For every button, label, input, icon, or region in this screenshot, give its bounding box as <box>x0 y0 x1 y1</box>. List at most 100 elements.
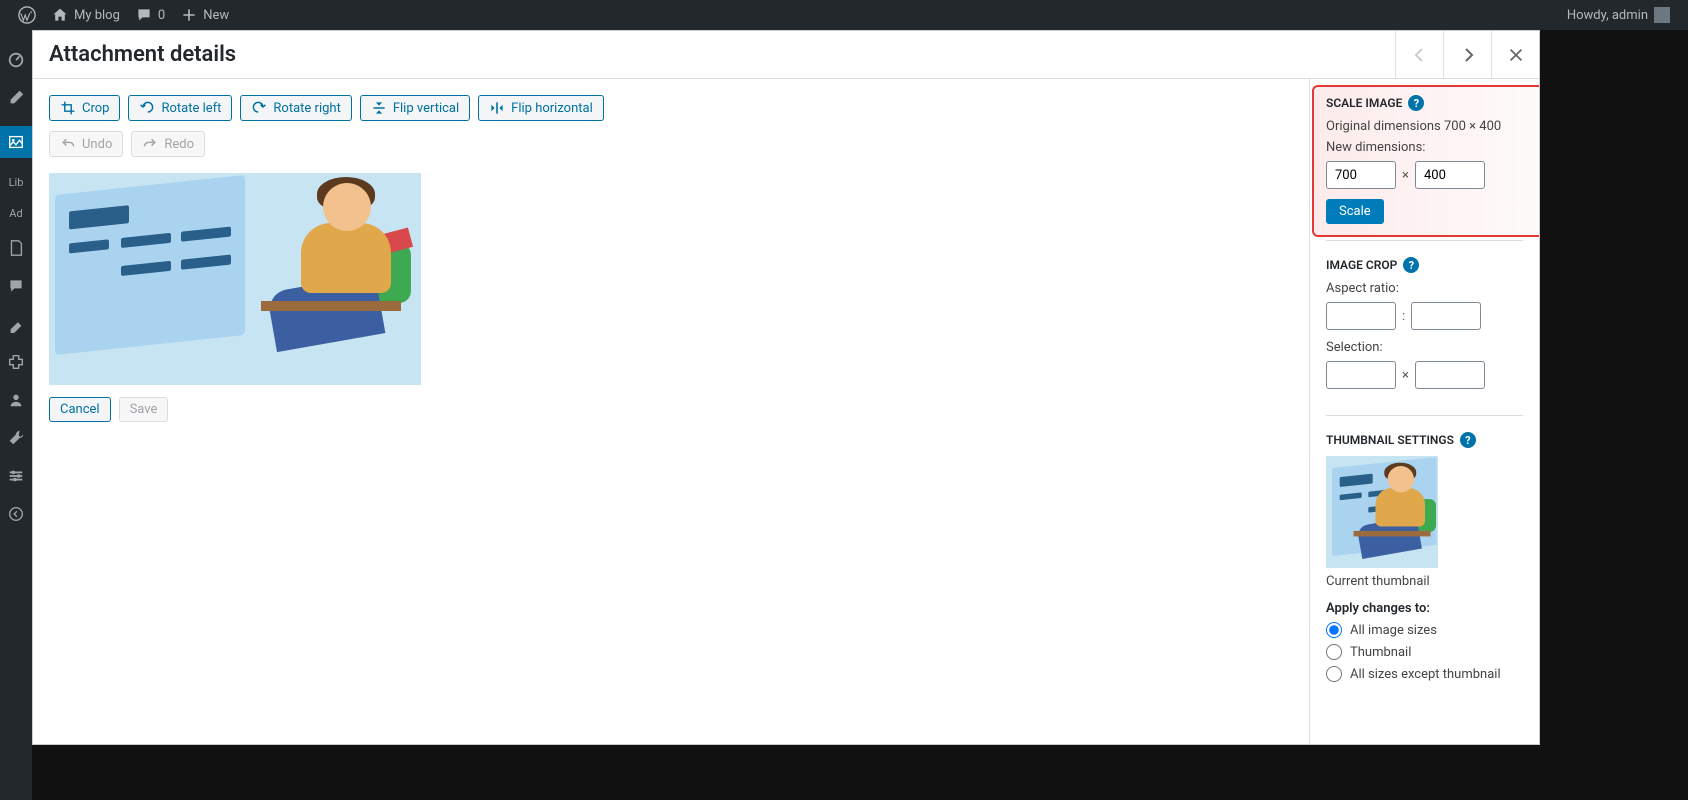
scale-height-input[interactable] <box>1415 161 1485 189</box>
selection-sep: × <box>1402 368 1409 383</box>
image-editor: Crop Rotate left Rotate right Flip verti… <box>33 79 1309 744</box>
aspect-sep: : <box>1402 309 1405 324</box>
apply-except-thumbnail-radio[interactable] <box>1326 666 1342 682</box>
menu-settings[interactable] <box>6 466 26 486</box>
scale-button-label: Scale <box>1339 204 1371 219</box>
menu-collapse[interactable] <box>6 504 26 524</box>
menu-users[interactable] <box>6 390 26 410</box>
comment-icon <box>136 7 152 23</box>
save-button: Save <box>119 397 169 422</box>
apply-changes-label: Apply changes to: <box>1326 601 1523 616</box>
apply-except-thumbnail-label: All sizes except thumbnail <box>1350 667 1501 682</box>
comments-count: 0 <box>158 8 165 23</box>
image-editor-toolbar: Crop Rotate left Rotate right Flip verti… <box>49 95 1293 121</box>
modal-header: Attachment details <box>33 31 1539 79</box>
howdy-label: Howdy, admin <box>1567 8 1648 23</box>
wp-logo[interactable] <box>10 0 44 30</box>
rotate-left-button[interactable]: Rotate left <box>128 95 232 121</box>
menu-media-lib-label[interactable]: Lib <box>9 176 24 189</box>
rotate-left-icon <box>139 100 155 116</box>
illustration-person <box>251 183 411 383</box>
rotate-right-label: Rotate right <box>273 101 340 116</box>
new-content-link[interactable]: New <box>173 0 237 30</box>
flip-horizontal-label: Flip horizontal <box>511 101 593 116</box>
dimension-sep: × <box>1402 168 1409 183</box>
rotate-right-icon <box>251 100 267 116</box>
selection-width-input[interactable] <box>1326 361 1396 389</box>
illustration-board <box>55 175 245 355</box>
menu-posts[interactable] <box>6 88 26 108</box>
thumbnail-settings-heading: Thumbnail Settings ? <box>1326 432 1523 448</box>
selection-inputs: × <box>1326 361 1523 389</box>
apply-all-sizes-row[interactable]: All image sizes <box>1326 622 1523 638</box>
aspect-ratio-height-input[interactable] <box>1411 302 1481 330</box>
flip-horizontal-button[interactable]: Flip horizontal <box>478 95 604 121</box>
save-label: Save <box>130 402 158 417</box>
close-modal-button[interactable] <box>1491 31 1539 79</box>
new-dimensions-label: New dimensions: <box>1326 140 1523 155</box>
crop-label: Crop <box>82 101 109 116</box>
scale-image-section: Scale Image ? Original dimensions 700 × … <box>1326 95 1523 241</box>
flip-horizontal-icon <box>489 100 505 116</box>
current-thumbnail-preview <box>1326 456 1438 568</box>
apply-thumbnail-row[interactable]: Thumbnail <box>1326 644 1523 660</box>
apply-except-thumbnail-row[interactable]: All sizes except thumbnail <box>1326 666 1523 682</box>
scale-width-input[interactable] <box>1326 161 1396 189</box>
selection-label: Selection: <box>1326 340 1523 355</box>
current-thumbnail-label: Current thumbnail <box>1326 574 1523 589</box>
menu-plugins[interactable] <box>6 352 26 372</box>
scale-image-heading: Scale Image ? <box>1326 95 1523 111</box>
menu-dashboard[interactable] <box>6 50 26 70</box>
apply-all-sizes-radio[interactable] <box>1326 622 1342 638</box>
image-crop-heading-label: Image Crop <box>1326 258 1397 272</box>
chevron-left-icon <box>1410 45 1430 65</box>
help-icon[interactable]: ? <box>1408 95 1424 111</box>
aspect-ratio-inputs: : <box>1326 302 1523 330</box>
help-icon[interactable]: ? <box>1460 432 1476 448</box>
new-label: New <box>203 8 229 23</box>
scale-dimensions-inputs: × <box>1326 161 1523 189</box>
menu-media[interactable] <box>0 126 32 158</box>
apply-thumbnail-label: Thumbnail <box>1350 645 1411 660</box>
site-name-link[interactable]: My blog <box>44 0 128 30</box>
menu-tools[interactable] <box>6 428 26 448</box>
flip-vertical-icon <box>371 100 387 116</box>
menu-comments[interactable] <box>6 276 26 296</box>
scale-button[interactable]: Scale <box>1326 199 1384 224</box>
selection-height-input[interactable] <box>1415 361 1485 389</box>
site-name-label: My blog <box>74 8 120 23</box>
wordpress-icon <box>18 6 36 24</box>
crop-icon <box>60 100 76 116</box>
home-icon <box>52 7 68 23</box>
cancel-label: Cancel <box>60 402 100 417</box>
image-editor-sidebar: Scale Image ? Original dimensions 700 × … <box>1309 79 1539 744</box>
help-icon[interactable]: ? <box>1403 257 1419 273</box>
image-preview[interactable] <box>49 173 421 385</box>
attachment-details-modal: Attachment details Crop Rotate left <box>32 30 1540 745</box>
admin-bar: My blog 0 New Howdy, admin <box>0 0 1688 30</box>
flip-vertical-button[interactable]: Flip vertical <box>360 95 470 121</box>
close-icon <box>1507 46 1525 64</box>
thumbnail-settings-section: Thumbnail Settings ? <box>1326 432 1523 704</box>
redo-icon <box>142 136 158 152</box>
apply-all-sizes-label: All image sizes <box>1350 623 1437 638</box>
avatar <box>1654 7 1670 23</box>
my-account-link[interactable]: Howdy, admin <box>1559 0 1678 30</box>
image-editor-history-toolbar: Undo Redo <box>49 131 1293 157</box>
menu-media-add-label[interactable]: Ad <box>9 207 22 220</box>
apply-thumbnail-radio[interactable] <box>1326 644 1342 660</box>
menu-appearance[interactable] <box>6 314 26 334</box>
original-dimensions-text: Original dimensions 700 × 400 <box>1326 119 1523 134</box>
thumbnail-settings-heading-label: Thumbnail Settings <box>1326 433 1454 447</box>
scale-image-heading-label: Scale Image <box>1326 96 1402 110</box>
cancel-button[interactable]: Cancel <box>49 397 111 422</box>
menu-pages[interactable] <box>6 238 26 258</box>
crop-button[interactable]: Crop <box>49 95 120 121</box>
rotate-right-button[interactable]: Rotate right <box>240 95 351 121</box>
editor-footer-buttons: Cancel Save <box>49 397 1293 422</box>
comments-link[interactable]: 0 <box>128 0 173 30</box>
next-attachment-button[interactable] <box>1443 31 1491 79</box>
chevron-right-icon <box>1458 45 1478 65</box>
aspect-ratio-width-input[interactable] <box>1326 302 1396 330</box>
plus-icon <box>181 7 197 23</box>
